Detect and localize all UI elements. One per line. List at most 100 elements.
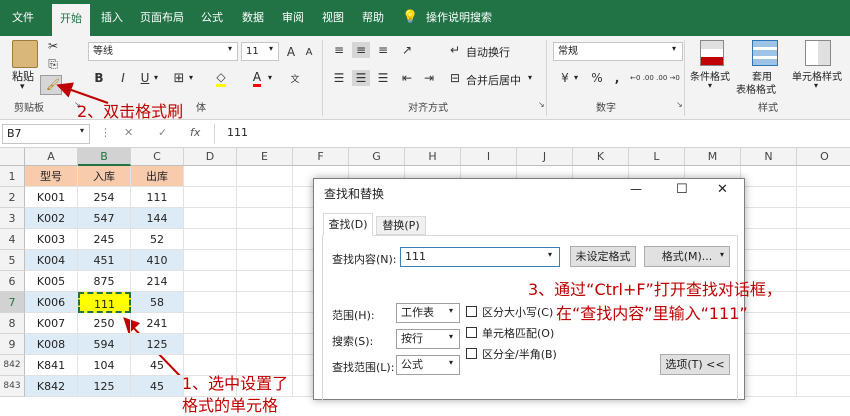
row-header[interactable]: 2 [0,187,25,208]
cell[interactable]: 型号 [25,166,78,187]
cut-icon[interactable]: ✂ [44,38,62,54]
copy-icon[interactable]: ⎘ [44,56,62,72]
empty-cell[interactable] [184,208,237,229]
empty-cell[interactable] [797,292,850,313]
currency-icon[interactable]: ¥ [556,70,574,86]
cell[interactable]: 入库 [78,166,131,187]
shrink-font-icon[interactable]: A [300,44,318,60]
row-header[interactable]: 842 [0,355,25,376]
cell[interactable]: 214 [131,271,184,292]
match-case-checkbox[interactable] [466,306,477,317]
cell[interactable]: 104 [78,355,131,376]
align-center-icon[interactable]: ☰ [352,70,370,86]
empty-cell[interactable] [184,271,237,292]
row-header[interactable]: 6 [0,271,25,292]
italic-button[interactable]: I [114,70,132,86]
cell-styles-icon[interactable] [805,40,831,66]
wrap-text-button[interactable]: 自动换行 [466,44,510,60]
increase-indent-icon[interactable]: ⇥ [420,70,438,86]
cell[interactable]: K002 [25,208,78,229]
column-header-j[interactable]: J [517,148,573,166]
column-header-c[interactable]: C [131,148,184,166]
format-button[interactable]: 格式(M)... [644,246,730,267]
row-header[interactable]: 1 [0,166,25,187]
column-header-o[interactable]: O [797,148,850,166]
selected-cell[interactable]: 111 [78,292,131,313]
cell[interactable]: K001 [25,187,78,208]
empty-cell[interactable] [237,187,293,208]
find-what-input[interactable]: 111 [400,247,560,267]
tell-me-search[interactable]: 操作说明搜索 [424,0,494,36]
column-header-l[interactable]: L [629,148,685,166]
cell[interactable]: 241 [131,313,184,334]
format-as-table-icon[interactable] [752,40,778,66]
tab-home[interactable]: 开始 [52,4,90,40]
cell[interactable]: K842 [25,376,78,397]
empty-cell[interactable] [184,229,237,250]
function-icon[interactable]: fx [190,126,200,139]
column-header-d[interactable]: D [184,148,237,166]
increase-decimal-button[interactable]: ←0 .00 [630,70,654,86]
column-header-n[interactable]: N [741,148,797,166]
empty-cell[interactable] [741,376,797,397]
fill-color-icon[interactable]: ◇ [212,70,230,87]
cell[interactable]: 594 [78,334,131,355]
maximize-icon[interactable]: ☐ [676,182,688,197]
tab-formulas[interactable]: 公式 [196,0,228,36]
column-header-m[interactable]: M [685,148,741,166]
empty-cell[interactable] [741,355,797,376]
cell[interactable]: K003 [25,229,78,250]
options-button[interactable]: 选项(T) << [660,354,730,375]
cell[interactable]: 875 [78,271,131,292]
empty-cell[interactable] [741,187,797,208]
align-bottom-icon[interactable]: ≡ [374,42,392,58]
empty-cell[interactable] [797,313,850,334]
format-painter-button[interactable]: 🖌 [40,75,62,95]
cell[interactable]: 45 [131,355,184,376]
percent-button[interactable]: % [588,70,606,86]
align-right-icon[interactable]: ☰ [374,70,392,86]
bold-button[interactable]: B [90,70,108,86]
empty-cell[interactable] [237,271,293,292]
row-header[interactable]: 4 [0,229,25,250]
column-header-f[interactable]: F [293,148,349,166]
empty-cell[interactable] [237,250,293,271]
cell[interactable]: K004 [25,250,78,271]
empty-cell[interactable] [797,355,850,376]
tab-find[interactable]: 查找(D) [323,213,373,236]
format-as-table-button-line2[interactable]: 表格格式 [736,81,776,96]
empty-cell[interactable] [237,208,293,229]
orientation-icon[interactable]: ↗ [398,42,416,58]
row-header[interactable]: 3 [0,208,25,229]
column-header-b[interactable]: B [78,148,131,166]
empty-cell[interactable] [184,334,237,355]
underline-button[interactable]: U [136,70,154,86]
cell[interactable]: 245 [78,229,131,250]
empty-cell[interactable] [237,166,293,187]
font-size-select[interactable]: 11 [241,42,279,61]
number-format-select[interactable]: 常规 [553,42,683,61]
font-color-icon[interactable]: A [248,70,266,87]
align-left-icon[interactable]: ☰ [330,70,348,86]
tab-data[interactable]: 数据 [237,0,269,36]
empty-cell[interactable] [184,250,237,271]
empty-cell[interactable] [741,250,797,271]
empty-cell[interactable] [797,208,850,229]
empty-cell[interactable] [237,292,293,313]
decrease-decimal-button[interactable]: .00 →0 [656,70,680,86]
cell[interactable]: K006 [25,292,78,313]
column-header-g[interactable]: G [349,148,405,166]
empty-cell[interactable] [184,166,237,187]
empty-cell[interactable] [797,334,850,355]
tab-file[interactable]: 文件 [6,0,40,36]
empty-cell[interactable] [184,313,237,334]
cell[interactable]: 58 [131,292,184,313]
empty-cell[interactable] [184,292,237,313]
number-launcher-icon[interactable]: ↘ [676,100,683,109]
cell[interactable]: 125 [131,334,184,355]
name-box[interactable]: B7 [2,124,90,144]
empty-cell[interactable] [797,229,850,250]
cell[interactable]: 45 [131,376,184,397]
grow-font-icon[interactable]: A [282,44,300,60]
column-header-i[interactable]: I [461,148,517,166]
